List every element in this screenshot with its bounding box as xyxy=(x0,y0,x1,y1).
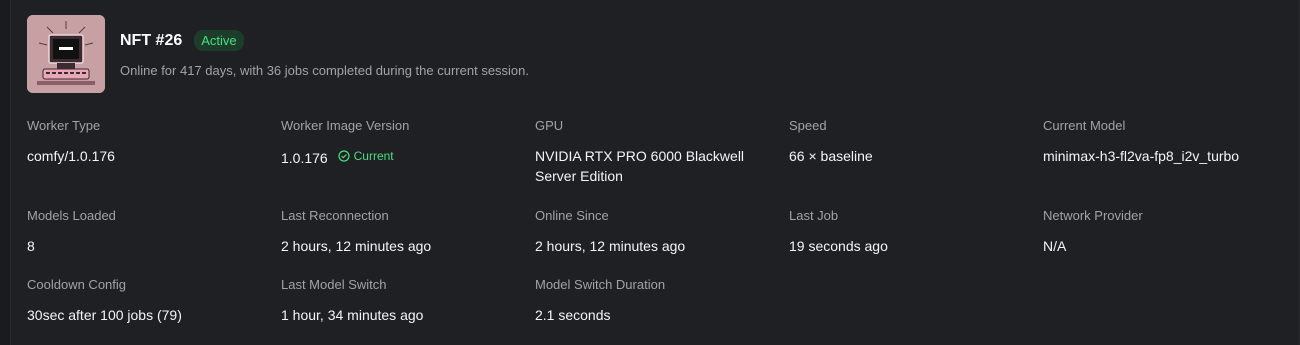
status-badge: Active xyxy=(194,30,244,51)
field-models-loaded: Models Loaded 8 xyxy=(27,208,267,256)
field-label: Network Provider xyxy=(1043,208,1143,223)
field-last-model-switch: Last Model Switch 1 hour, 34 minutes ago xyxy=(281,277,521,325)
field-label: Last Reconnection xyxy=(281,208,389,223)
field-label: Cooldown Config xyxy=(27,277,127,292)
field-label: Online Since xyxy=(535,208,609,223)
current-tag-label: Current xyxy=(353,149,394,163)
field-value: N/A xyxy=(1043,238,1067,254)
field-value-wrapper: 1.0.176 Current xyxy=(281,146,521,168)
field-value: comfy/1.0.176 xyxy=(27,148,115,164)
field-value: 2.1 seconds xyxy=(535,307,611,323)
field-label: Model Switch Duration xyxy=(535,277,666,292)
check-circle-icon xyxy=(338,150,350,162)
current-tag: Current xyxy=(338,146,394,166)
worker-title-row: NFT #26 Active xyxy=(120,30,244,51)
field-value: 2 hours, 12 minutes ago xyxy=(535,238,686,254)
field-model-switch-duration: Model Switch Duration 2.1 seconds xyxy=(535,277,775,325)
field-last-reconnection: Last Reconnection 2 hours, 12 minutes ag… xyxy=(281,208,521,256)
field-label: Last Model Switch xyxy=(281,277,387,292)
field-cooldown-config: Cooldown Config 30sec after 100 jobs (79… xyxy=(27,277,267,325)
worker-details-card: NFT #26 Active Online for 417 days, with… xyxy=(10,0,1300,345)
field-current-model: Current Model minimax-h3-fl2va-fp8_i2v_t… xyxy=(1043,118,1293,166)
field-label: GPU xyxy=(535,118,564,133)
worker-summary: Online for 417 days, with 36 jobs comple… xyxy=(120,63,530,78)
field-worker-type: Worker Type comfy/1.0.176 xyxy=(27,118,267,166)
worker-thumbnail xyxy=(27,15,105,93)
field-gpu: GPU NVIDIA RTX PRO 6000 Blackwell Server… xyxy=(535,118,765,186)
field-last-job: Last Job 19 seconds ago xyxy=(789,208,1029,256)
field-label: Last Job xyxy=(789,208,839,223)
field-value: NVIDIA RTX PRO 6000 Blackwell Server Edi… xyxy=(535,148,745,184)
field-value: minimax-h3-fl2va-fp8_i2v_turbo xyxy=(1043,148,1240,164)
field-value: 1 hour, 34 minutes ago xyxy=(281,307,424,323)
field-value: 19 seconds ago xyxy=(789,238,888,254)
field-label: Worker Image Version xyxy=(281,118,410,133)
field-online-since: Online Since 2 hours, 12 minutes ago xyxy=(535,208,775,256)
field-speed: Speed 66 × baseline xyxy=(789,118,1029,166)
field-network-provider: Network Provider N/A xyxy=(1043,208,1283,256)
worker-name: NFT #26 xyxy=(120,31,183,49)
field-value: 8 xyxy=(27,238,35,254)
field-label: Models Loaded xyxy=(27,208,116,223)
field-label: Speed xyxy=(789,118,827,133)
field-image-version: Worker Image Version 1.0.176 Current xyxy=(281,118,521,168)
field-value: 30sec after 100 jobs (79) xyxy=(27,307,182,323)
field-value: 66 × baseline xyxy=(789,148,873,164)
field-value: 2 hours, 12 minutes ago xyxy=(281,238,432,254)
field-label: Worker Type xyxy=(27,118,101,133)
field-label: Current Model xyxy=(1043,118,1126,133)
field-value: 1.0.176 xyxy=(281,150,328,166)
